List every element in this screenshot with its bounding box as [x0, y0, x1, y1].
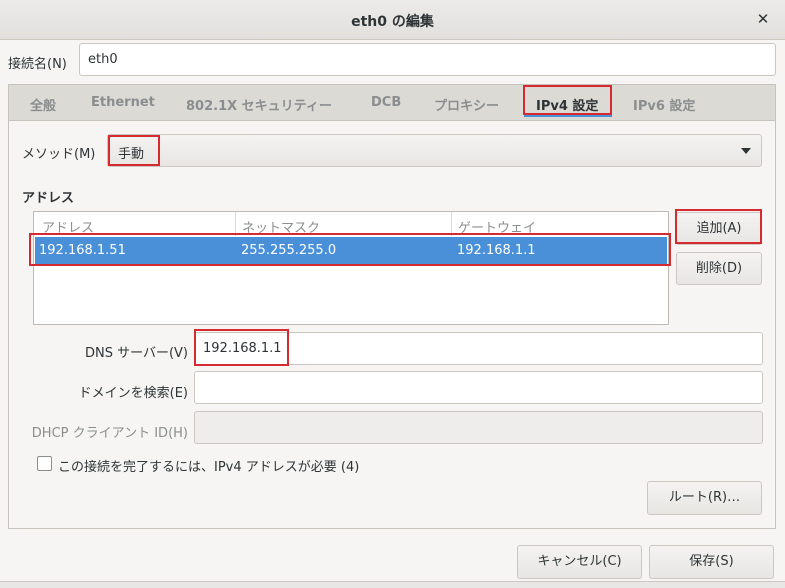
method-label: メソッド(M) [22, 147, 96, 162]
column-header-gateway[interactable]: ゲートウェイ [458, 217, 536, 236]
delete-address-button[interactable]: 削除(D) [676, 252, 762, 285]
connection-name-label: 接続名(N) [8, 57, 67, 72]
tab-dcb[interactable]: DCB [371, 95, 401, 110]
tab-ipv6-settings[interactable]: IPv6 設定 [633, 95, 695, 114]
method-dropdown[interactable]: 手動 [107, 134, 762, 167]
chevron-down-icon [741, 148, 751, 154]
dns-server-input[interactable]: 192.168.1.1 [194, 332, 763, 365]
address-heading: アドレス [22, 191, 75, 206]
search-domain-label: ドメインを検索(E) [78, 386, 188, 401]
column-separator [235, 212, 236, 236]
tab-bar: 全般 Ethernet 802.1X セキュリティー DCB プロキシー IPv… [8, 84, 776, 120]
column-header-netmask[interactable]: ネットマスク [242, 217, 320, 236]
dns-server-label: DNS サーバー(V) [84, 346, 188, 361]
address-table[interactable]: アドレス ネットマスク ゲートウェイ 192.168.1.51 255.255.… [33, 211, 669, 325]
cell-gateway[interactable]: 192.168.1.1 [457, 243, 536, 258]
dhcp-client-id-label: DHCP クライアント ID(H) [31, 426, 188, 441]
tab-ipv4-settings[interactable]: IPv4 設定 [536, 95, 598, 114]
method-value: 手動 [118, 147, 145, 162]
tab-8021x-security[interactable]: 802.1X セキュリティー [186, 95, 332, 114]
add-address-button[interactable]: 追加(A) [676, 212, 762, 245]
connection-name-input[interactable]: eth0 [79, 43, 776, 76]
active-tab-indicator [524, 114, 612, 117]
tab-general[interactable]: 全般 [30, 95, 56, 114]
close-icon[interactable]: ✕ [753, 9, 773, 29]
tab-proxy[interactable]: プロキシー [434, 95, 499, 114]
title-bar: eth0 の編集 ✕ [0, 0, 785, 40]
cell-address[interactable]: 192.168.1.51 [39, 243, 126, 258]
save-button[interactable]: 保存(S) [649, 545, 774, 579]
column-header-address[interactable]: アドレス [42, 217, 94, 236]
window-title: eth0 の編集 [351, 14, 434, 30]
cancel-button[interactable]: キャンセル(C) [517, 545, 642, 579]
column-separator [451, 212, 452, 236]
tab-ethernet[interactable]: Ethernet [91, 95, 155, 110]
table-row[interactable]: 192.168.1.51 255.255.255.0 192.168.1.1 [35, 237, 667, 264]
cell-netmask[interactable]: 255.255.255.0 [241, 243, 336, 258]
require-ipv4-checkbox[interactable] [37, 456, 52, 471]
routes-button[interactable]: ルート(R)… [647, 481, 762, 515]
require-ipv4-label[interactable]: この接続を完了するには、IPv4 アドレスが必要 (4) [58, 456, 359, 475]
dhcp-client-id-input[interactable] [194, 411, 763, 444]
search-domain-input[interactable] [194, 371, 763, 404]
background-window-strip [0, 581, 785, 588]
